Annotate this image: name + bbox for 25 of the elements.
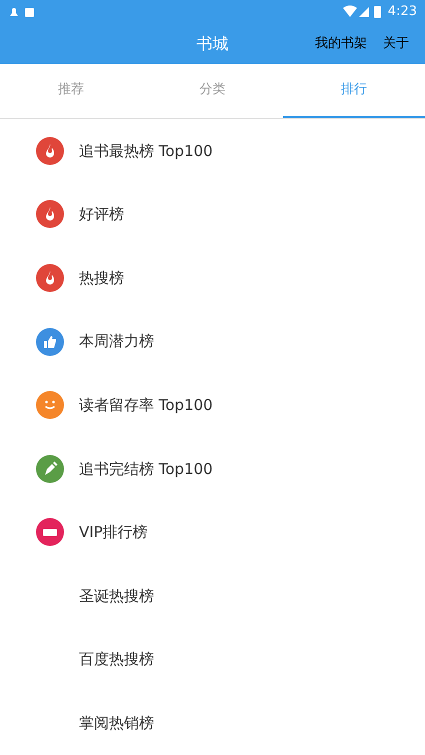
- ranking-label: 本周潜力榜: [79, 331, 154, 352]
- app-title: 书城: [196, 33, 228, 55]
- ranking-label: 追书完结榜 Top100: [79, 458, 213, 480]
- ranking-item[interactable]: VIP排行榜: [0, 500, 425, 564]
- ranking-item[interactable]: 读者留存率 Top100: [0, 373, 425, 437]
- app-bar-action[interactable]: 我的书架: [315, 34, 367, 54]
- status-time: 4:23: [388, 3, 417, 22]
- ranking-item[interactable]: 掌阅热销榜: [0, 691, 425, 755]
- ranking-item[interactable]: 本周潜力榜: [0, 310, 425, 374]
- ranking-label: 掌阅热销榜: [79, 712, 154, 734]
- ranking-label: 好评榜: [79, 204, 124, 226]
- app-bar-action[interactable]: 关于: [383, 34, 409, 54]
- ranking-item[interactable]: 好评榜: [0, 182, 425, 246]
- ranking-label: 热搜榜: [79, 268, 124, 289]
- ranking-label: 圣诞热搜榜: [79, 586, 154, 607]
- ranking-label: 读者留存率 Top100: [79, 394, 213, 416]
- ranking-item[interactable]: 追书最热榜 Top100: [0, 119, 425, 183]
- ranking-item[interactable]: 追书完结榜 Top100: [0, 436, 425, 501]
- ranking-item[interactable]: 圣诞热搜榜: [0, 564, 425, 628]
- ranking-label: 百度热搜榜: [79, 649, 154, 670]
- ranking-label: 追书最热榜 Top100: [79, 140, 213, 162]
- ranking-item[interactable]: 热搜榜: [0, 246, 425, 310]
- ranking-label: VIP排行榜: [79, 522, 148, 544]
- ranking-item[interactable]: 百度热搜榜: [0, 628, 425, 692]
- signal-battery-icons: [342, 5, 384, 19]
